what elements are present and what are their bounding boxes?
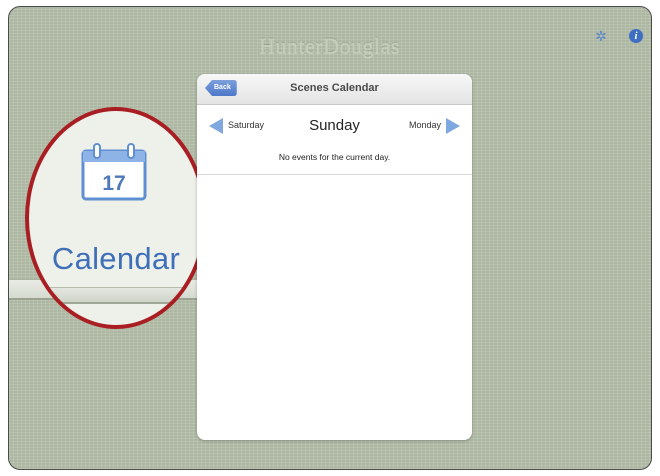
scenes-calendar-panel: Back Scenes Calendar Saturday Sunday Mon… [197, 74, 472, 440]
next-day-button[interactable]: Monday [409, 120, 441, 130]
info-glyph: i [634, 30, 638, 42]
panel-title: Scenes Calendar [290, 82, 379, 94]
gear-icon[interactable]: ✲ [594, 29, 608, 43]
calendar-callout: 17 Calendar [25, 107, 207, 329]
panel-header: Back Scenes Calendar [197, 74, 472, 105]
empty-events-message: No events for the current day. [197, 141, 472, 175]
callout-strip [29, 287, 203, 304]
app-window: HunterDouglas ✲ i 17 Calendar Back Scene… [8, 6, 652, 470]
calendar-icon: 17 [81, 143, 147, 201]
calendar-icon-day: 17 [102, 172, 125, 195]
next-day-arrow-icon[interactable] [446, 118, 460, 134]
brand-logo: HunterDouglas [259, 33, 400, 58]
info-icon[interactable]: i [629, 29, 643, 43]
calendar-label[interactable]: Calendar [29, 241, 203, 277]
day-navigation: Saturday Sunday Monday [197, 105, 472, 141]
